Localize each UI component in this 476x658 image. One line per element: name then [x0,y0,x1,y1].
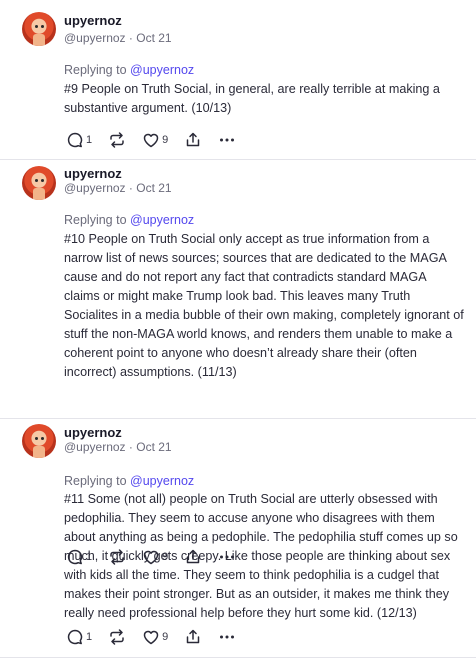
replying-to-line: Replying to @upyernoz [64,474,194,488]
more-icon [220,635,235,639]
avatar[interactable] [22,12,56,46]
handle[interactable]: @upyernoz [64,181,126,195]
replying-to-label: Replying to [64,213,127,227]
like-count: 9 [162,631,169,643]
repost-icon [110,132,124,148]
replying-to-label: Replying to [64,474,127,488]
repost-button[interactable] [108,628,126,646]
share-icon [187,132,200,147]
share-button[interactable] [184,628,202,646]
handle[interactable]: @upyernoz [64,31,126,45]
like-count: 9 [162,134,169,146]
avatar[interactable] [22,166,56,200]
post[interactable]: upyernoz @upyernoz · Oct 21 Replying to … [0,419,476,658]
post[interactable]: upyernoz @upyernoz · Oct 21 Replying to … [0,0,476,160]
username[interactable]: upyernoz [64,13,122,28]
reply-count: 1 [86,631,93,643]
username[interactable]: upyernoz [64,166,122,181]
post-actions: 1 9 [66,627,252,647]
reply-icon [67,132,83,148]
post-date[interactable]: Oct 21 [136,31,171,45]
post[interactable]: upyernoz @upyernoz · Oct 21 Replying to … [0,160,476,565]
post-actions: 1 9 [66,130,252,150]
reply-icon [67,629,83,645]
replying-to-mention[interactable]: @upyernoz [130,63,194,77]
heart-icon [143,133,159,148]
reply-button[interactable]: 1 [66,628,92,646]
replying-to-mention[interactable]: @upyernoz [130,213,194,227]
reply-button[interactable]: 1 [66,131,92,149]
reply-count: 1 [86,134,93,146]
replying-to-label: Replying to [64,63,127,77]
heart-icon [143,630,159,645]
replying-to-line: Replying to @upyernoz [64,213,194,227]
handle[interactable]: @upyernoz [64,440,126,454]
post-body: #10 People on Truth Social only accept a… [64,232,464,379]
post-date[interactable]: Oct 21 [136,440,171,454]
share-icon [187,629,200,644]
more-icon [220,138,235,142]
handle-line: @upyernoz · Oct 21 [64,31,172,45]
post-body: #11 Some (not all) people on Truth Socia… [64,492,458,620]
handle-line: @upyernoz · Oct 21 [64,440,172,454]
share-button[interactable] [184,131,202,149]
more-button[interactable] [218,628,236,646]
like-button[interactable]: 9 [142,628,168,646]
replying-to-mention[interactable]: @upyernoz [130,474,194,488]
post-date[interactable]: Oct 21 [136,181,171,195]
more-button[interactable] [218,131,236,149]
post-body: #9 People on Truth Social, in general, a… [64,82,440,115]
replying-to-line: Replying to @upyernoz [64,63,194,77]
handle-line: @upyernoz · Oct 21 [64,181,172,195]
like-button[interactable]: 9 [142,131,168,149]
username[interactable]: upyernoz [64,425,122,440]
avatar[interactable] [22,424,56,458]
repost-button[interactable] [108,131,126,149]
repost-icon [110,629,124,645]
